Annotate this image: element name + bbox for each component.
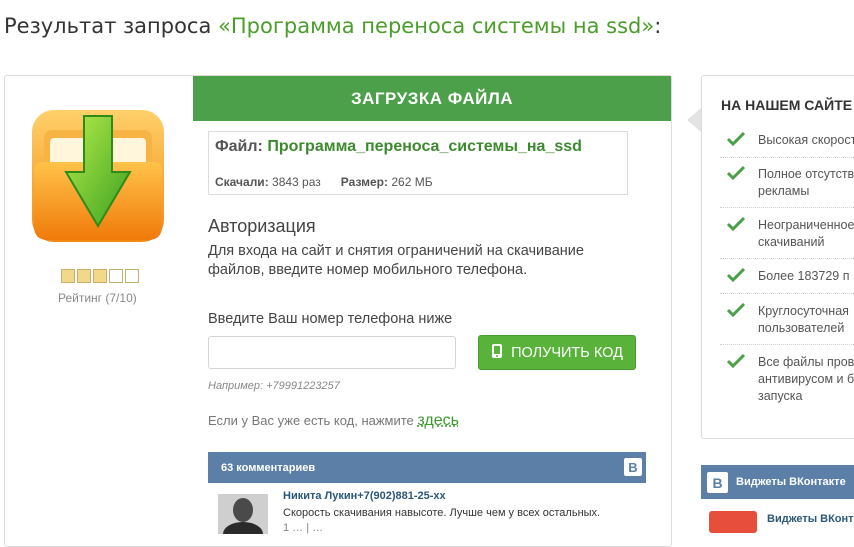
feature-text: Более 183729 п xyxy=(758,268,850,285)
auth-title: Авторизация xyxy=(208,216,316,236)
feature-line: Высокая скорость xyxy=(758,133,854,147)
file-name: Программа_переноса_системы_на_ssd xyxy=(267,138,582,155)
rating-star xyxy=(93,269,107,283)
checkmark-icon xyxy=(726,131,746,147)
vk-widget-thumbnail[interactable] xyxy=(709,511,757,533)
file-label: Файл: xyxy=(215,138,263,155)
feature-line: Круглосуточная xyxy=(758,304,849,318)
download-folder-icon xyxy=(30,108,166,244)
feature-text: Высокая скорость xyxy=(758,132,854,149)
has-code-link[interactable]: здесь xyxy=(417,412,459,429)
feature-text: Полное отсутствие рекламы xyxy=(758,166,854,200)
rating-star xyxy=(61,269,75,283)
mobile-phone-icon xyxy=(491,343,503,363)
feature-divider xyxy=(720,207,854,208)
vk-widget-title: Виджеты ВКонтакте xyxy=(736,476,846,488)
downloads-label: Скачали: xyxy=(215,175,269,189)
feature-divider xyxy=(720,258,854,259)
checkmark-icon xyxy=(726,267,746,283)
feature-text: Круглосуточная пользователей xyxy=(758,303,849,337)
get-code-label: ПОЛУЧИТЬ КОД xyxy=(511,344,623,361)
feature-line: Все файлы пров xyxy=(758,355,854,369)
rating-star xyxy=(109,269,123,283)
phone-label: Введите Ваш номер телефона ниже xyxy=(208,311,453,327)
download-header: ЗАГРУЗКА ФАЙЛА xyxy=(193,76,671,121)
vk-logo-icon[interactable]: B xyxy=(624,458,642,476)
downloads-value: 3843 раз xyxy=(272,175,321,189)
feature-line: Полное отсутствие xyxy=(758,167,854,181)
get-code-button[interactable]: ПОЛУЧИТЬ КОД xyxy=(478,335,636,370)
feature-divider xyxy=(720,344,854,345)
feature-divider xyxy=(720,293,854,294)
feature-text: Все файлы пров антивирусом и б запуска xyxy=(758,354,854,405)
file-line: Файл: Программа_переноса_системы_на_ssd xyxy=(215,138,582,156)
size-value: 262 МБ xyxy=(391,175,433,189)
checkmark-icon xyxy=(726,165,746,181)
file-meta: Скачали: 3843 раз Размер: 262 МБ xyxy=(215,175,433,189)
sidebar-title: НА НАШЕМ САЙТЕ xyxy=(721,97,853,113)
search-query: «Программа переноса системы на ssd» xyxy=(218,14,655,38)
comment-meta: 1 … | … xyxy=(283,522,324,534)
file-info-box: Файл: Программа_переноса_системы_на_ssd … xyxy=(208,131,628,195)
rating-star xyxy=(125,269,139,283)
title-prefix: Результат запроса xyxy=(4,14,219,38)
feature-line: пользователей xyxy=(758,321,845,335)
comment-text: Скорость скачивания навысоте. Лучше чем … xyxy=(283,507,601,519)
phone-input[interactable] xyxy=(208,336,456,369)
phone-example: Например: +79991223257 xyxy=(208,380,340,392)
avatar[interactable] xyxy=(218,494,268,534)
checkmark-icon xyxy=(726,216,746,232)
has-code-prompt: Если у Вас уже есть код, нажмите xyxy=(208,413,418,428)
feature-line: рекламы xyxy=(758,184,810,198)
auth-description: Для входа на сайт и снятия ограничений н… xyxy=(208,243,584,278)
feature-line: Неограниченное xyxy=(758,218,854,232)
checkmark-icon xyxy=(726,353,746,369)
comments-count: 63 комментариев xyxy=(221,462,316,474)
rating-star xyxy=(77,269,91,283)
feature-line: скачиваний xyxy=(758,235,825,249)
checkmark-icon xyxy=(726,302,746,318)
feature-line: запуска xyxy=(758,389,803,403)
sidebar-pointer xyxy=(687,108,701,132)
feature-line: Более 183729 п xyxy=(758,269,850,283)
vk-widget-bar: B Виджеты ВКонтакте xyxy=(701,465,854,499)
rating-stars xyxy=(61,269,141,283)
feature-line: антивирусом и б xyxy=(758,372,854,386)
vk-logo-icon[interactable]: B xyxy=(707,472,728,493)
page-title: Результат запроса «Программа переноса си… xyxy=(4,14,661,38)
comment-author[interactable]: Никита Лукин+7(902)881-25-xx xyxy=(283,490,446,502)
feature-text: Неограниченное скачиваний xyxy=(758,217,854,251)
title-suffix: : xyxy=(654,14,662,38)
size-label: Размер: xyxy=(340,175,389,189)
feature-divider xyxy=(720,157,854,158)
comments-bar: 63 комментариев B xyxy=(208,452,646,483)
vk-widget-link[interactable]: Виджеты ВКонт xyxy=(767,513,854,525)
has-code-text: Если у Вас уже есть код, нажмите здесь xyxy=(208,412,459,430)
rating-label: Рейтинг (7/10) xyxy=(58,291,137,305)
